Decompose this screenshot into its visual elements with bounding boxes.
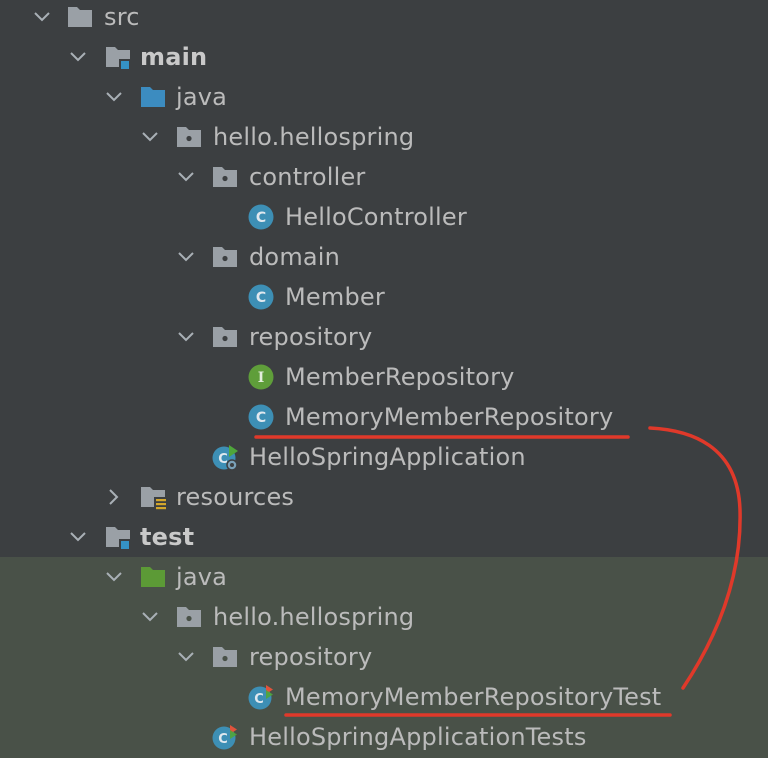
class-icon: C bbox=[247, 203, 275, 231]
tree-node-label: hello.hellospring bbox=[213, 123, 415, 151]
chevron-down-icon[interactable] bbox=[67, 526, 89, 548]
tree-node-label: repository bbox=[249, 323, 373, 351]
tree-node-label: HelloController bbox=[285, 203, 467, 231]
tree-node-label: MemoryMemberRepositoryTest bbox=[285, 683, 662, 711]
chevron-down-icon[interactable] bbox=[103, 566, 125, 588]
tree-node-label: MemberRepository bbox=[285, 363, 515, 391]
chevron-right-icon[interactable] bbox=[103, 486, 125, 508]
package-icon bbox=[211, 243, 239, 271]
tree-node-label: test bbox=[140, 523, 195, 551]
tree-node-label: MemoryMemberRepository bbox=[285, 403, 614, 431]
tree-node-main-java[interactable]: java bbox=[0, 77, 768, 117]
tree-node-member[interactable]: C Member bbox=[0, 277, 768, 317]
tree-node-label: HelloSpringApplication bbox=[249, 443, 526, 471]
svg-text:I: I bbox=[258, 370, 265, 386]
chevron-down-icon[interactable] bbox=[31, 6, 53, 28]
svg-text:C: C bbox=[218, 732, 228, 747]
tree-node-resources[interactable]: resources bbox=[0, 477, 768, 517]
tree-node-label: controller bbox=[249, 163, 366, 191]
project-tree[interactable]: src main java hello.hellospring controll… bbox=[0, 0, 768, 758]
tree-node-label: hello.hellospring bbox=[213, 603, 415, 631]
package-icon bbox=[211, 163, 239, 191]
tree-node-src[interactable]: src bbox=[0, 0, 768, 37]
tree-node-domain[interactable]: domain bbox=[0, 237, 768, 277]
tree-node-controller[interactable]: controller bbox=[0, 157, 768, 197]
tree-node-label: HelloSpringApplicationTests bbox=[249, 723, 587, 751]
class-icon: C bbox=[247, 283, 275, 311]
tree-node-hello-spring-application[interactable]: C HelloSpringApplication bbox=[0, 437, 768, 477]
chevron-down-icon[interactable] bbox=[175, 646, 197, 668]
interface-icon: I bbox=[247, 363, 275, 391]
svg-text:C: C bbox=[256, 290, 266, 306]
chevron-down-icon[interactable] bbox=[67, 46, 89, 68]
tree-node-label: java bbox=[176, 83, 228, 111]
package-icon bbox=[211, 323, 239, 351]
spring-boot-class-icon: C bbox=[211, 443, 239, 471]
svg-text:C: C bbox=[256, 410, 266, 426]
test-class-icon: C bbox=[211, 723, 239, 751]
module-folder-icon bbox=[104, 43, 132, 71]
tree-node-test-package[interactable]: hello.hellospring bbox=[0, 597, 768, 637]
tree-node-label: resources bbox=[176, 483, 295, 511]
module-folder-icon bbox=[104, 523, 132, 551]
tree-node-repository[interactable]: repository bbox=[0, 317, 768, 357]
tree-node-test-repository[interactable]: repository bbox=[0, 637, 768, 677]
source-root-folder-icon bbox=[139, 83, 167, 111]
folder-icon bbox=[66, 3, 94, 31]
tree-node-package[interactable]: hello.hellospring bbox=[0, 117, 768, 157]
svg-text:C: C bbox=[254, 692, 264, 707]
chevron-down-icon[interactable] bbox=[103, 86, 125, 108]
tree-node-label: main bbox=[140, 43, 208, 71]
tree-node-memory-member-repository[interactable]: C MemoryMemberRepository bbox=[0, 397, 768, 437]
chevron-down-icon[interactable] bbox=[139, 126, 161, 148]
tree-node-member-repository[interactable]: I MemberRepository bbox=[0, 357, 768, 397]
chevron-down-icon[interactable] bbox=[175, 246, 197, 268]
tree-node-hello-controller[interactable]: C HelloController bbox=[0, 197, 768, 237]
class-icon: C bbox=[247, 403, 275, 431]
svg-text:C: C bbox=[256, 210, 266, 226]
tree-node-main[interactable]: main bbox=[0, 37, 768, 77]
tree-node-label: domain bbox=[249, 243, 341, 271]
chevron-down-icon[interactable] bbox=[175, 326, 197, 348]
tree-node-hello-spring-application-tests[interactable]: C HelloSpringApplicationTests bbox=[0, 717, 768, 757]
tree-node-memory-member-repository-test[interactable]: C MemoryMemberRepositoryTest bbox=[0, 677, 768, 717]
chevron-down-icon[interactable] bbox=[175, 166, 197, 188]
package-icon bbox=[175, 123, 203, 151]
tree-node-label: repository bbox=[249, 643, 373, 671]
tree-node-test[interactable]: test bbox=[0, 517, 768, 557]
tree-node-label: src bbox=[104, 3, 140, 31]
tree-node-label: java bbox=[176, 563, 228, 591]
package-icon bbox=[211, 643, 239, 671]
test-root-folder-icon bbox=[139, 563, 167, 591]
chevron-down-icon[interactable] bbox=[139, 606, 161, 628]
test-class-icon: C bbox=[247, 683, 275, 711]
package-icon bbox=[175, 603, 203, 631]
resources-folder-icon bbox=[139, 483, 167, 511]
tree-node-label: Member bbox=[285, 283, 385, 311]
tree-node-test-java[interactable]: java bbox=[0, 557, 768, 597]
